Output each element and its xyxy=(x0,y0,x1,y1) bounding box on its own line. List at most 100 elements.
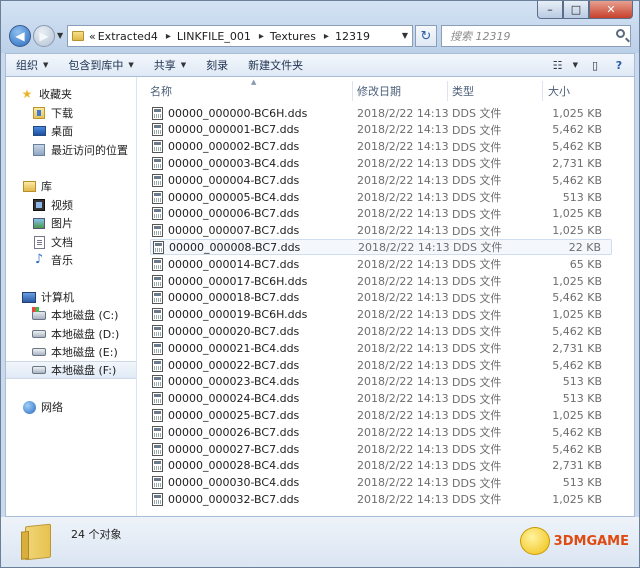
file-name: 00000_000008-BC7.dds xyxy=(169,240,301,254)
address-dropdown-icon[interactable]: ▼ xyxy=(402,31,408,40)
help-icon[interactable]: ? xyxy=(608,56,630,74)
file-modified-date: 2018/2/22 14:13 xyxy=(357,140,449,154)
sidebar-item-recent-places[interactable]: 最近访问的位置 xyxy=(32,141,136,159)
sidebar-item-pictures[interactable]: 图片 xyxy=(32,214,136,232)
desktop-icon xyxy=(32,124,46,138)
file-size: 5,462 KB xyxy=(552,442,602,456)
breadcrumb-linkfile[interactable]: LINKFILE_001 xyxy=(177,30,251,43)
file-row[interactable]: 00000_000008-BC7.dds 2018/2/22 14:13 DDS 文… xyxy=(150,239,612,256)
maximize-button[interactable]: □ xyxy=(563,1,589,19)
chevron-right-icon[interactable]: ▸ xyxy=(324,31,329,42)
share-button[interactable]: 共享 ▼ xyxy=(144,55,196,75)
view-dropdown-icon[interactable]: ▼ xyxy=(573,56,578,74)
recent-pages-dropdown-icon[interactable]: ▼ xyxy=(57,31,63,40)
column-header-type[interactable]: 类型 xyxy=(452,81,537,101)
search-box[interactable] xyxy=(441,25,631,47)
sidebar-item-downloads[interactable]: 下载 xyxy=(32,104,136,122)
column-divider[interactable] xyxy=(352,81,353,101)
breadcrumb-overflow[interactable]: « xyxy=(89,30,96,43)
column-header-modified[interactable]: 修改日期 xyxy=(357,81,447,101)
file-row[interactable]: 00000_000030-BC4.dds 2018/2/22 14:13 DDS 文… xyxy=(150,475,612,491)
file-row[interactable]: 00000_000025-BC7.dds 2018/2/22 14:13 DDS 文… xyxy=(150,407,612,423)
search-input[interactable] xyxy=(448,28,612,44)
breadcrumb-textures[interactable]: Textures xyxy=(270,30,316,43)
file-row[interactable]: 00000_000000-BC6H.dds 2018/2/22 14:13 DDS … xyxy=(150,105,612,121)
file-type: DDS 文件 xyxy=(452,224,502,238)
column-divider[interactable] xyxy=(447,81,448,101)
file-row[interactable]: 00000_000020-BC7.dds 2018/2/22 14:13 DDS 文… xyxy=(150,323,612,339)
file-row[interactable]: 00000_000002-BC7.dds 2018/2/22 14:13 DDS 文… xyxy=(150,139,612,155)
column-header-name[interactable]: 名称 ▲ xyxy=(150,78,350,101)
file-row[interactable]: 00000_000004-BC7.dds 2018/2/22 14:13 DDS 文… xyxy=(150,172,612,188)
sidebar-item-drive-e[interactable]: 本地磁盘 (E:) xyxy=(32,343,136,361)
sidebar-item-favorites[interactable]: ★ 收藏夹 xyxy=(20,85,136,103)
file-size: 1,025 KB xyxy=(552,492,602,506)
file-row[interactable]: 00000_000024-BC4.dds 2018/2/22 14:13 DDS 文… xyxy=(150,391,612,407)
file-size: 5,462 KB xyxy=(552,140,602,154)
network-icon xyxy=(22,400,36,414)
sidebar-item-drive-d[interactable]: 本地磁盘 (D:) xyxy=(32,325,136,343)
file-row[interactable]: 00000_000021-BC4.dds 2018/2/22 14:13 DDS 文… xyxy=(150,340,612,356)
refresh-button[interactable]: ↻ xyxy=(415,25,437,47)
address-bar[interactable]: « Extracted4 ▸ LINKFILE_001 ▸ Textures ▸… xyxy=(67,25,413,47)
file-row[interactable]: 00000_000023-BC4.dds 2018/2/22 14:13 DDS 文… xyxy=(150,374,612,390)
downloads-folder-icon xyxy=(32,106,46,120)
dds-file-icon xyxy=(152,442,163,456)
file-size: 513 KB xyxy=(562,392,602,406)
sidebar-item-documents[interactable]: 文档 xyxy=(32,233,136,251)
search-icon[interactable] xyxy=(616,29,625,38)
forward-button[interactable]: ▶ xyxy=(33,25,55,47)
sidebar-item-music[interactable]: ♪ 音乐 xyxy=(32,251,136,269)
file-name: 00000_000001-BC7.dds xyxy=(168,123,300,137)
sidebar-item-libraries[interactable]: 库 xyxy=(22,177,136,195)
chevron-right-icon[interactable]: ▸ xyxy=(166,31,171,42)
sidebar-item-drive-c[interactable]: 本地磁盘 (C:) xyxy=(32,306,136,324)
column-header-size[interactable]: 大小 xyxy=(548,81,608,101)
organize-button[interactable]: 组织 ▼ xyxy=(6,55,58,75)
breadcrumb-extracted4[interactable]: Extracted4 xyxy=(98,30,158,43)
file-row[interactable]: 00000_000003-BC4.dds 2018/2/22 14:13 DDS 文… xyxy=(150,155,612,171)
new-folder-button[interactable]: 新建文件夹 xyxy=(238,55,313,75)
sidebar-item-network[interactable]: 网络 xyxy=(22,398,136,416)
sidebar-item-videos[interactable]: 视频 xyxy=(32,196,136,214)
include-in-library-button[interactable]: 包含到库中 ▼ xyxy=(58,55,143,75)
navigation-pane: ★ 收藏夹 下载 桌面 最近访问的位置 库 视频 图片 文档 ♪ 音乐 计算机 本地… xyxy=(6,77,137,516)
file-row[interactable]: 00000_000019-BC6H.dds 2018/2/22 14:13 DDS … xyxy=(150,307,612,323)
file-row[interactable]: 00000_000014-BC7.dds 2018/2/22 14:13 DDS 文… xyxy=(150,256,612,272)
sidebar-item-label: 计算机 xyxy=(41,291,74,304)
breadcrumb-12319[interactable]: 12319 xyxy=(335,30,370,43)
file-row[interactable]: 00000_000032-BC7.dds 2018/2/22 14:13 DDS 文… xyxy=(150,491,612,507)
back-button[interactable]: ◀ xyxy=(9,25,31,47)
dds-file-icon xyxy=(152,492,163,506)
file-row[interactable]: 00000_000007-BC7.dds 2018/2/22 14:13 DDS 文… xyxy=(150,223,612,239)
preview-pane-icon[interactable]: ▯ xyxy=(584,56,606,74)
file-row[interactable]: 00000_000005-BC4.dds 2018/2/22 14:13 DDS 文… xyxy=(150,189,612,205)
burn-button[interactable]: 刻录 xyxy=(196,55,238,75)
sidebar-item-label: 下载 xyxy=(51,107,73,120)
sidebar-item-computer[interactable]: 计算机 xyxy=(22,288,136,306)
file-row[interactable]: 00000_000022-BC7.dds 2018/2/22 14:13 DDS 文… xyxy=(150,357,612,373)
view-controls: ☷ ▼ ▯ ? xyxy=(545,56,630,74)
file-row[interactable]: 00000_000027-BC7.dds 2018/2/22 14:13 DDS 文… xyxy=(150,441,612,457)
file-modified-date: 2018/2/22 14:13 xyxy=(357,156,449,170)
documents-library-icon xyxy=(32,235,46,249)
column-divider[interactable] xyxy=(542,81,543,101)
file-row[interactable]: 00000_000028-BC4.dds 2018/2/22 14:13 DDS 文… xyxy=(150,458,612,474)
file-row[interactable]: 00000_000017-BC6H.dds 2018/2/22 14:13 DDS … xyxy=(150,273,612,289)
sidebar-item-label: 音乐 xyxy=(51,254,73,267)
chevron-right-icon[interactable]: ▸ xyxy=(259,31,264,42)
file-name: 00000_000017-BC6H.dds xyxy=(168,274,308,288)
view-options-icon[interactable]: ☷ xyxy=(547,56,569,74)
file-row[interactable]: 00000_000026-BC7.dds 2018/2/22 14:13 DDS 文… xyxy=(150,424,612,440)
file-row[interactable]: 00000_000006-BC7.dds 2018/2/22 14:13 DDS 文… xyxy=(150,206,612,222)
sidebar-item-desktop[interactable]: 桌面 xyxy=(32,122,136,140)
minimize-button[interactable]: – xyxy=(537,1,563,19)
file-row[interactable]: 00000_000001-BC7.dds 2018/2/22 14:13 DDS 文… xyxy=(150,122,612,138)
file-row[interactable]: 00000_000018-BC7.dds 2018/2/22 14:13 DDS 文… xyxy=(150,290,612,306)
file-type: DDS 文件 xyxy=(452,174,502,188)
file-modified-date: 2018/2/22 14:13 xyxy=(357,392,449,406)
sidebar-item-drive-f[interactable]: 本地磁盘 (F:) xyxy=(6,361,136,379)
file-modified-date: 2018/2/22 14:13 xyxy=(357,106,449,120)
close-button[interactable]: ✕ xyxy=(589,1,633,19)
details-pane: 24 个对象 3DMGAME xyxy=(1,517,639,567)
